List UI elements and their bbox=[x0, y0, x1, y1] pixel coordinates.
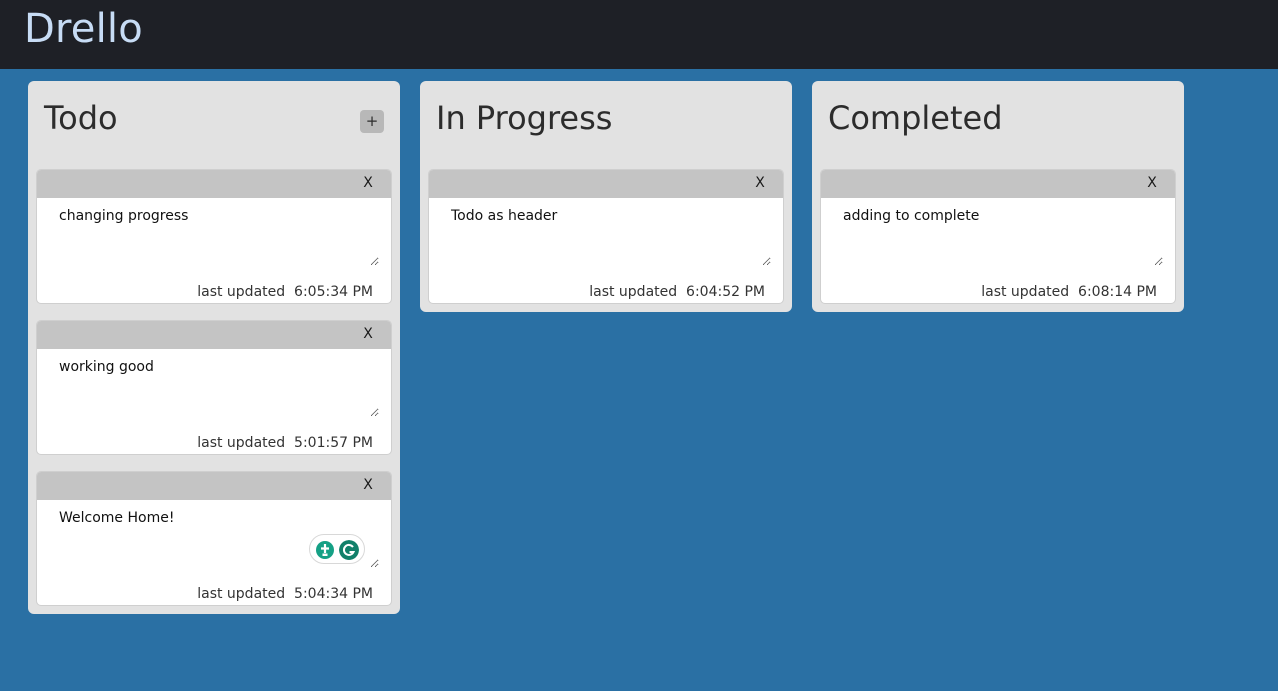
card-header: X bbox=[821, 170, 1175, 198]
card: X working good last updated 5:01:57 PM bbox=[36, 320, 392, 455]
card-text-input[interactable]: adding to complete bbox=[835, 202, 1163, 266]
card: X adding to complete last updated 6:08:1… bbox=[820, 169, 1176, 304]
last-updated: last updated 5:01:57 PM bbox=[197, 435, 373, 451]
card-text-input[interactable]: working good bbox=[51, 353, 379, 417]
grammarly-logo-icon[interactable] bbox=[339, 540, 359, 560]
last-updated-time: 5:04:34 PM bbox=[294, 586, 373, 602]
close-icon[interactable]: X bbox=[361, 175, 375, 191]
last-updated-time: 6:08:14 PM bbox=[1078, 284, 1157, 300]
last-updated: last updated 6:08:14 PM bbox=[981, 284, 1157, 300]
column-title: Completed bbox=[828, 99, 1003, 137]
top-bar: Drello bbox=[0, 0, 1278, 69]
card-header: X bbox=[37, 472, 391, 500]
last-updated: last updated 5:04:34 PM bbox=[197, 586, 373, 602]
close-icon[interactable]: X bbox=[1145, 175, 1159, 191]
last-updated-time: 5:01:57 PM bbox=[294, 435, 373, 451]
grammarly-suggestion-icon[interactable] bbox=[315, 540, 335, 560]
card: X Todo as header last updated 6:04:52 PM bbox=[428, 169, 784, 304]
column-title: Todo bbox=[44, 99, 118, 137]
last-updated-label: last updated bbox=[981, 284, 1070, 300]
last-updated-time: 6:04:52 PM bbox=[686, 284, 765, 300]
close-icon[interactable]: X bbox=[753, 175, 767, 191]
column-completed: Completed X adding to complete last upda… bbox=[812, 81, 1184, 312]
last-updated-label: last updated bbox=[589, 284, 678, 300]
column-todo: Todo + X changing progress last updated … bbox=[28, 81, 400, 614]
card-text-input[interactable]: Todo as header bbox=[443, 202, 771, 266]
last-updated: last updated 6:05:34 PM bbox=[197, 284, 373, 300]
card-header: X bbox=[37, 321, 391, 349]
last-updated: last updated 6:04:52 PM bbox=[589, 284, 765, 300]
last-updated-label: last updated bbox=[197, 435, 286, 451]
grammarly-widget[interactable] bbox=[309, 534, 365, 564]
card-header: X bbox=[37, 170, 391, 198]
app-title: Drello bbox=[24, 6, 143, 52]
add-card-button[interactable]: + bbox=[360, 110, 384, 133]
last-updated-time: 6:05:34 PM bbox=[294, 284, 373, 300]
card: X changing progress last updated 6:05:34… bbox=[36, 169, 392, 304]
last-updated-label: last updated bbox=[197, 586, 286, 602]
close-icon[interactable]: X bbox=[361, 477, 375, 493]
column-title: In Progress bbox=[436, 99, 613, 137]
close-icon[interactable]: X bbox=[361, 326, 375, 342]
card: X Welcome Home! last updated 5:04:34 PM bbox=[36, 471, 392, 606]
column-in-progress: In Progress X Todo as header last update… bbox=[420, 81, 792, 312]
card-text-input[interactable]: changing progress bbox=[51, 202, 379, 266]
last-updated-label: last updated bbox=[197, 284, 286, 300]
card-header: X bbox=[429, 170, 783, 198]
